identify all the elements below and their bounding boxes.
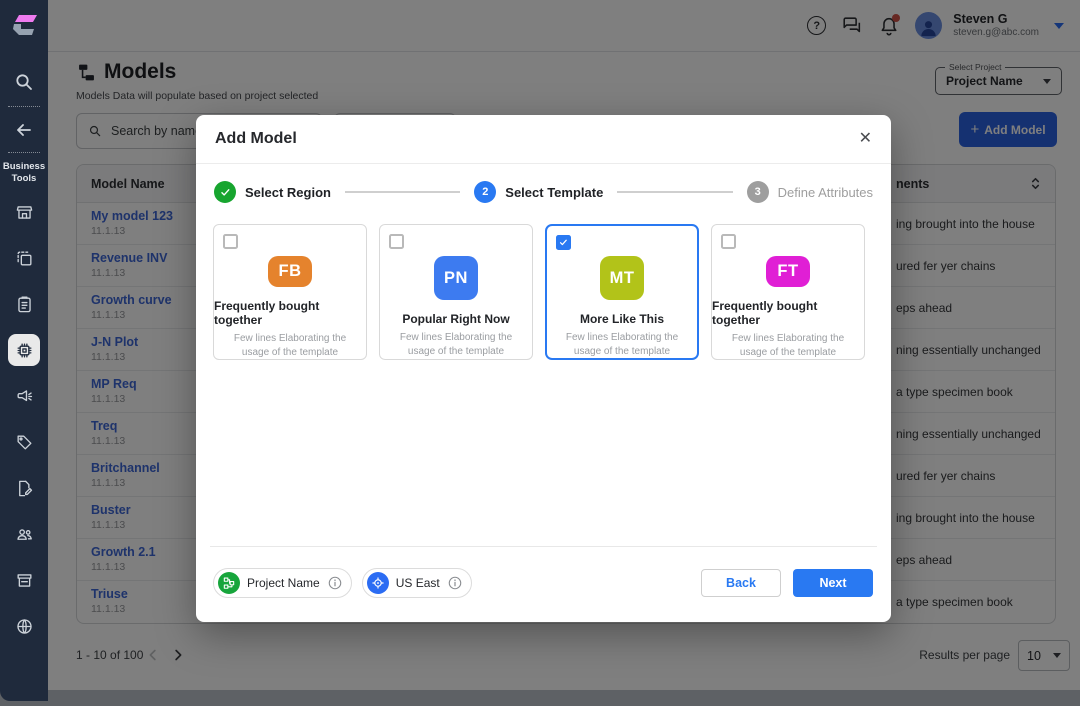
- step-select-template[interactable]: 2 Select Template: [474, 181, 603, 203]
- checkbox-unchecked-icon[interactable]: [389, 234, 404, 249]
- info-icon[interactable]: [447, 575, 463, 591]
- sidebar-divider: [8, 106, 40, 107]
- add-model-modal: Add Model ✕ Select Region 2 Select Templat…: [196, 115, 891, 622]
- sidebar-item-dynamic-feed-icon[interactable]: [8, 242, 40, 274]
- template-abbr-tile: PN: [434, 256, 478, 300]
- sidebar-item-store-icon[interactable]: [8, 564, 40, 596]
- sidebar-nav: [8, 196, 40, 642]
- template-title: Frequently bought together: [214, 299, 366, 327]
- stepper: Select Region 2 Select Template 3 Define Att…: [196, 164, 891, 220]
- template-abbr-tile: FT: [766, 256, 810, 287]
- sidebar-section-label: Business Tools: [0, 161, 48, 185]
- template-abbr-tile: MT: [600, 256, 644, 300]
- modal-footer: Project Name US East Back Next: [196, 546, 891, 622]
- template-card-mt[interactable]: MT More Like This Few lines Elaborating th…: [545, 224, 699, 360]
- step-label: Select Region: [245, 185, 331, 200]
- next-button[interactable]: Next: [793, 569, 873, 597]
- template-description: Few lines Elaborating the usage of the t…: [557, 331, 688, 358]
- sidebar-item-globe-icon[interactable]: [8, 610, 40, 642]
- sidebar-item-clipboard-icon[interactable]: [8, 288, 40, 320]
- template-card-ft[interactable]: FT Frequently bought together Few lines El…: [711, 224, 865, 360]
- template-description: Few lines Elaborating the usage of the t…: [224, 332, 356, 359]
- checkbox-unchecked-icon[interactable]: [223, 234, 238, 249]
- sidebar-item-document-edit-icon[interactable]: [8, 472, 40, 504]
- sidebar-item-storefront-icon[interactable]: [8, 196, 40, 228]
- app-window: Business Tools ? S: [0, 0, 1080, 706]
- chip-us-east[interactable]: US East: [362, 568, 472, 598]
- template-card-fb[interactable]: FB Frequently bought together Few lines El…: [213, 224, 367, 360]
- footer-divider: [210, 546, 877, 547]
- template-cards: FB Frequently bought together Few lines El…: [196, 220, 891, 360]
- step-select-region[interactable]: Select Region: [214, 181, 331, 203]
- sidebar-item-tag-icon[interactable]: [8, 426, 40, 458]
- template-abbr-tile: FB: [268, 256, 312, 287]
- close-icon[interactable]: ✕: [859, 131, 872, 147]
- sidebar-item-people-icon[interactable]: [8, 518, 40, 550]
- template-description: Few lines Elaborating the usage of the t…: [390, 331, 522, 358]
- back-button[interactable]: Back: [701, 569, 781, 597]
- project-icon: [218, 572, 240, 594]
- step-connector: [617, 191, 732, 193]
- template-title: Popular Right Now: [402, 312, 509, 326]
- template-title: Frequently bought together: [712, 299, 864, 327]
- sidebar-divider: [8, 152, 40, 153]
- app-logo-icon: [10, 14, 38, 40]
- modal-title: Add Model: [215, 130, 297, 148]
- step-check-icon: [214, 181, 236, 203]
- step-label: Select Template: [505, 185, 603, 200]
- region-icon: [367, 572, 389, 594]
- step-define-attributes[interactable]: 3 Define Attributes: [747, 181, 873, 203]
- chip-project-name[interactable]: Project Name: [213, 568, 352, 598]
- step-number-badge: 3: [747, 181, 769, 203]
- sidebar-collapse-icon[interactable]: [12, 118, 36, 142]
- context-chips: Project Name US East: [213, 568, 701, 598]
- chip-label: US East: [396, 576, 440, 590]
- step-label: Define Attributes: [778, 185, 873, 200]
- chip-label: Project Name: [247, 576, 320, 590]
- template-description: Few lines Elaborating the usage of the t…: [722, 332, 854, 359]
- sidebar-search-icon[interactable]: [12, 70, 36, 94]
- template-title: More Like This: [580, 312, 664, 326]
- checkbox-checked-icon[interactable]: [556, 235, 571, 250]
- template-card-pn[interactable]: PN Popular Right Now Few lines Elaborating…: [379, 224, 533, 360]
- sidebar: Business Tools: [0, 0, 48, 701]
- step-connector: [345, 191, 460, 193]
- info-icon[interactable]: [327, 575, 343, 591]
- sidebar-item-chip-icon[interactable]: [8, 334, 40, 366]
- checkbox-unchecked-icon[interactable]: [721, 234, 736, 249]
- sidebar-item-campaign-icon[interactable]: [8, 380, 40, 412]
- step-number-badge: 2: [474, 181, 496, 203]
